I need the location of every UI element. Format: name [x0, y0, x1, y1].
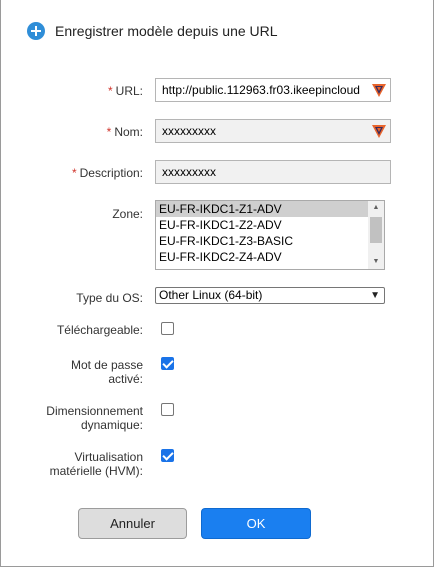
scroll-down-arrow-icon[interactable]: ▼ [368, 255, 384, 269]
password-enabled-label: Mot de passe activé: [71, 358, 143, 386]
dynamic-scaling-label-line1: Dimensionnement [46, 404, 143, 418]
downloadable-checkbox[interactable] [161, 322, 174, 335]
url-label: * URL: [108, 84, 143, 98]
zone-option[interactable]: EU-FR-IKDC1-Z1-ADV [156, 201, 368, 217]
zone-option[interactable]: EU-FR-IKDC1-Z2-ADV [156, 217, 368, 233]
description-label: * Description: [72, 166, 143, 180]
ok-button[interactable]: OK [201, 508, 311, 539]
hvm-label-line1: Virtualisation [74, 450, 143, 464]
os-type-label: Type du OS: [76, 291, 143, 305]
description-label-text: Description: [79, 166, 143, 180]
scroll-up-arrow-icon[interactable]: ▲ [368, 201, 384, 215]
dialog-title: Enregistrer modèle depuis une URL [55, 23, 278, 39]
url-label-text: URL: [115, 84, 143, 98]
hvm-label: Virtualisation matérielle (HVM): [50, 450, 143, 478]
os-type-select[interactable]: Other Linux (64-bit) ▼ [155, 287, 385, 304]
os-type-selected-value: Other Linux (64-bit) [159, 288, 263, 302]
name-input[interactable]: xxxxxxxxx [155, 119, 391, 143]
register-template-dialog: Enregistrer modèle depuis une URL * URL: … [0, 0, 434, 567]
name-input-value: xxxxxxxxx [162, 124, 216, 138]
chevron-down-icon: ▼ [370, 290, 380, 301]
password-manager-icon[interactable] [371, 123, 387, 139]
zone-scrollbar[interactable]: ▲ ▼ [368, 201, 384, 269]
url-input-value: http://public.112963.fr03.ikeepincloud [162, 83, 360, 97]
name-label: * Nom: [107, 125, 143, 139]
add-circle-icon [27, 22, 45, 40]
downloadable-label: Téléchargeable: [56, 323, 143, 337]
dynamic-scaling-label-line2: dynamique: [80, 418, 143, 432]
zone-label: Zone: [112, 207, 143, 221]
name-label-text: Nom: [114, 125, 143, 139]
scroll-thumb[interactable] [370, 217, 382, 243]
dialog-title-bar: Enregistrer modèle depuis une URL [1, 0, 433, 60]
description-input[interactable]: xxxxxxxxx [155, 160, 391, 184]
hvm-checkbox[interactable] [161, 449, 174, 462]
url-input[interactable]: http://public.112963.fr03.ikeepincloud [155, 78, 391, 102]
zone-option[interactable]: EU-FR-IKDC2-Z4-ADV [156, 249, 368, 265]
dynamic-scaling-checkbox[interactable] [161, 403, 174, 416]
password-enabled-checkbox[interactable] [161, 357, 174, 370]
password-enabled-label-line1: Mot de passe [70, 358, 143, 372]
required-marker: * [107, 84, 113, 98]
description-input-value: xxxxxxxxx [162, 165, 216, 179]
zone-option[interactable]: EU-FR-IKDC1-Z3-BASIC [156, 233, 368, 249]
password-enabled-label-line2: activé: [108, 372, 143, 386]
required-marker: * [106, 125, 112, 139]
zone-listbox[interactable]: EU-FR-IKDC1-Z1-ADV EU-FR-IKDC1-Z2-ADV EU… [155, 200, 385, 270]
hvm-label-line2: matérielle (HVM): [49, 464, 143, 478]
dynamic-scaling-label: Dimensionnement dynamique: [46, 404, 143, 432]
required-marker: * [71, 166, 77, 180]
password-manager-icon[interactable] [371, 82, 387, 98]
cancel-button[interactable]: Annuler [78, 508, 187, 539]
